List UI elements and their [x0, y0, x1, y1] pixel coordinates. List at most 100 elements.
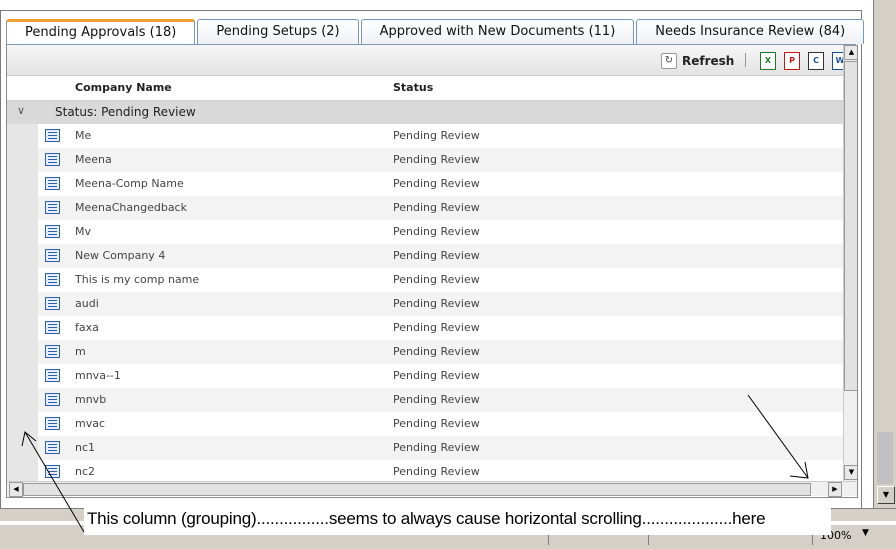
group-indent-cell [7, 196, 38, 220]
refresh-icon: ↻ [661, 53, 677, 69]
csv-export-icon[interactable]: C [808, 52, 824, 70]
edit-record-icon[interactable] [45, 393, 60, 406]
grid-horizontal-scrollbar[interactable]: ◀ ▶ [7, 481, 857, 497]
edit-record-icon[interactable] [45, 417, 60, 430]
status-cell: Pending Review [393, 465, 480, 478]
company-name-cell: audi [75, 297, 99, 310]
edit-record-icon[interactable] [45, 201, 60, 214]
group-indent-cell [7, 364, 38, 388]
grid-toolbar: ↻ Refresh X P C W [7, 45, 848, 76]
group-indent-cell [7, 268, 38, 292]
table-row[interactable]: mnvb Pending Review [7, 388, 843, 412]
excel-export-icon[interactable]: X [760, 52, 776, 70]
status-cell: Pending Review [393, 441, 480, 454]
company-name-cell: m [75, 345, 86, 358]
window-right-border [861, 10, 862, 510]
edit-record-icon[interactable] [45, 441, 60, 454]
group-label: Status: Pending Review [55, 105, 196, 119]
group-indent-cell [7, 436, 38, 460]
company-name-cell: mvac [75, 417, 106, 430]
grid-vertical-scrollbar[interactable]: ▲ ▼ [843, 45, 857, 483]
scroll-left-arrow-icon[interactable]: ◀ [9, 482, 23, 497]
status-cell: Pending Review [393, 201, 480, 214]
table-row[interactable]: Meena Pending Review [7, 148, 843, 172]
edit-record-icon[interactable] [45, 177, 60, 190]
group-indent-cell [7, 292, 38, 316]
edit-record-icon[interactable] [45, 273, 60, 286]
table-row[interactable]: Mv Pending Review [7, 220, 843, 244]
group-header-row: ∨ Status: Pending Review [7, 101, 843, 124]
scroll-right-arrow-icon[interactable]: ▶ [828, 482, 842, 497]
group-indent-cell [7, 412, 38, 436]
browser-scroll-down-icon[interactable]: ▼ [877, 486, 895, 504]
tab-strip: Pending Approvals (18) Pending Setups (2… [6, 19, 866, 46]
scroll-up-arrow-icon[interactable]: ▲ [844, 45, 857, 60]
browser-scroll-track[interactable] [877, 432, 893, 484]
table-row[interactable]: mnva--1 Pending Review [7, 364, 843, 388]
table-row[interactable]: m Pending Review [7, 340, 843, 364]
company-name-cell: This is my comp name [75, 273, 200, 286]
zoom-dropdown-icon[interactable]: ▼ [862, 528, 869, 538]
group-indent-cell [7, 316, 38, 340]
group-indent-cell [7, 220, 38, 244]
edit-record-icon[interactable] [45, 153, 60, 166]
toolbar-separator [745, 53, 746, 67]
table-row[interactable]: MeenaChangedback Pending Review [7, 196, 843, 220]
group-indent-cell [7, 148, 38, 172]
table-row[interactable]: New Company 4 Pending Review [7, 244, 843, 268]
status-cell: Pending Review [393, 225, 480, 238]
status-cell: Pending Review [393, 129, 480, 142]
table-row[interactable]: nc1 Pending Review [7, 436, 843, 460]
company-name-cell: Mv [75, 225, 92, 238]
company-name-cell: nc1 [75, 441, 96, 454]
status-cell: Pending Review [393, 321, 480, 334]
tab-needs-insurance-review[interactable]: Needs Insurance Review (84) [636, 19, 865, 44]
edit-record-icon[interactable] [45, 297, 60, 310]
status-cell: Pending Review [393, 369, 480, 382]
refresh-button[interactable]: ↻ Refresh [661, 52, 734, 70]
window-top-border [0, 10, 862, 11]
table-row[interactable]: faxa Pending Review [7, 316, 843, 340]
column-header-status[interactable]: Status [393, 81, 433, 94]
table-row[interactable]: Meena-Comp Name Pending Review [7, 172, 843, 196]
column-header-company-name[interactable]: Company Name [75, 81, 172, 94]
grid-rows: Me Pending Review Meena Pending Review Mee… [7, 124, 843, 484]
browser-vertical-scrollbar[interactable]: ▼ [873, 0, 896, 510]
company-name-cell: faxa [75, 321, 99, 334]
edit-record-icon[interactable] [45, 321, 60, 334]
collapse-chevron-icon[interactable]: ∨ [17, 104, 25, 117]
scroll-down-arrow-icon[interactable]: ▼ [844, 465, 857, 480]
edit-record-icon[interactable] [45, 225, 60, 238]
edit-record-icon[interactable] [45, 465, 60, 478]
pdf-export-icon[interactable]: P [784, 52, 800, 70]
horizontal-scroll-thumb[interactable] [23, 483, 811, 496]
tab-pending-setups[interactable]: Pending Setups (2) [197, 19, 359, 44]
tab-approved-new-documents[interactable]: Approved with New Documents (11) [360, 19, 635, 44]
status-cell: Pending Review [393, 273, 480, 286]
table-row[interactable]: Me Pending Review [7, 124, 843, 148]
edit-record-icon[interactable] [45, 249, 60, 262]
status-cell: Pending Review [393, 417, 480, 430]
edit-record-icon[interactable] [45, 369, 60, 382]
status-cell: Pending Review [393, 153, 480, 166]
table-row[interactable]: mvac Pending Review [7, 412, 843, 436]
edit-record-icon[interactable] [45, 345, 60, 358]
company-name-cell: MeenaChangedback [75, 201, 187, 214]
status-cell: Pending Review [393, 393, 480, 406]
approvals-grid: ↻ Refresh X P C W Company Name Status ∨ … [6, 45, 858, 498]
company-name-cell: mnva--1 [75, 369, 121, 382]
tab-pending-approvals[interactable]: Pending Approvals (18) [6, 19, 196, 46]
status-cell: Pending Review [393, 297, 480, 310]
company-name-cell: Meena [75, 153, 112, 166]
table-row[interactable]: audi Pending Review [7, 292, 843, 316]
vertical-scroll-thumb[interactable] [844, 61, 857, 391]
annotation-text: This column (grouping)................se… [87, 509, 766, 528]
refresh-label: Refresh [682, 54, 735, 68]
group-indent-cell [7, 124, 38, 148]
edit-record-icon[interactable] [45, 129, 60, 142]
table-row[interactable]: This is my comp name Pending Review [7, 268, 843, 292]
company-name-cell: New Company 4 [75, 249, 166, 262]
group-indent-cell [7, 340, 38, 364]
group-indent-cell [7, 172, 38, 196]
grid-header: Company Name Status [7, 76, 843, 101]
